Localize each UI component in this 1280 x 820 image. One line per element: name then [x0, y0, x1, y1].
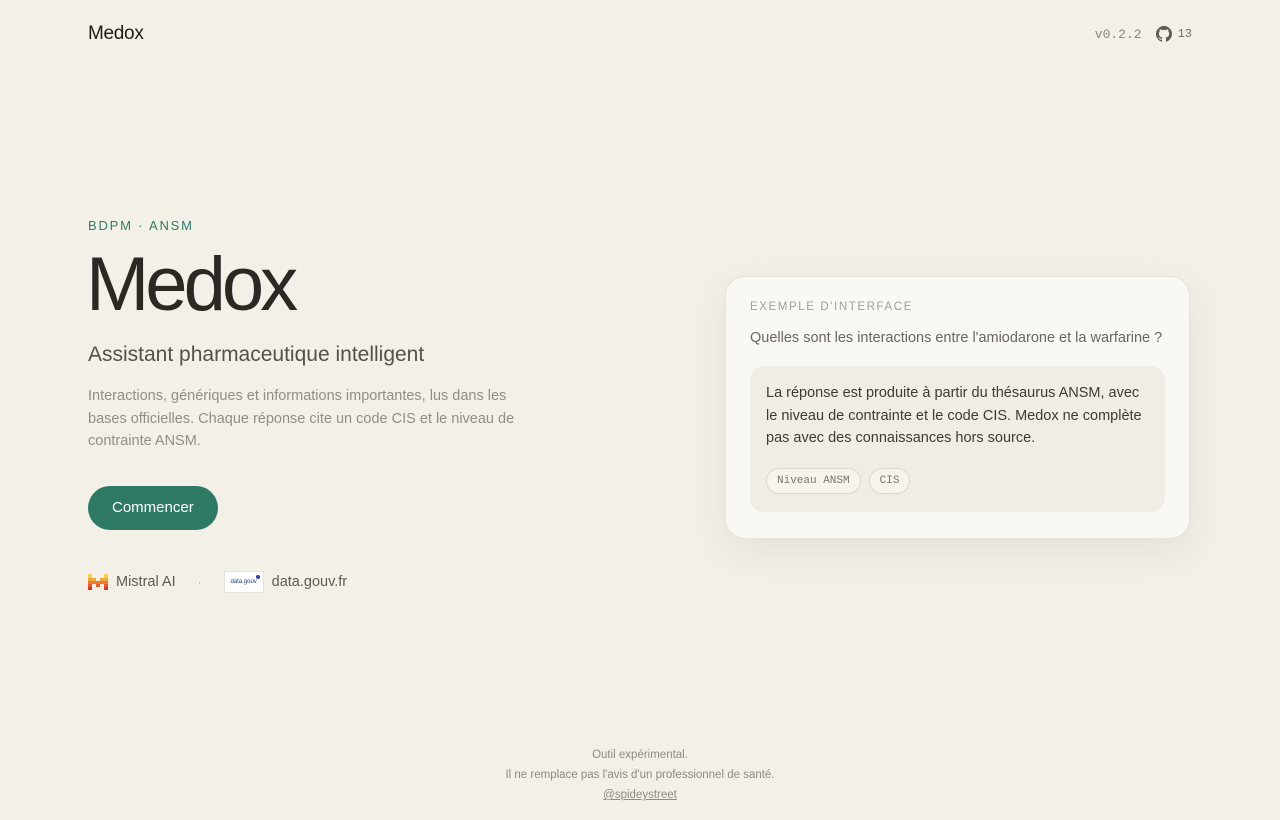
brand-logo[interactable]: Medox: [88, 23, 144, 45]
mistral-logo: [88, 573, 116, 590]
start-button[interactable]: Commencer: [88, 485, 218, 530]
example-question: Quelles sont les interactions entre l'am…: [750, 330, 1163, 346]
example-card: EXEMPLE D'INTERFACE Quelles sont les int…: [725, 276, 1190, 539]
tag-niveau-ansm: Niveau ANSM: [766, 467, 861, 494]
footer-line-2: Il ne remplace pas l'avis d'un professio…: [505, 769, 775, 781]
top-right-group: v0.2.2 13: [1095, 26, 1192, 42]
mistral-label[interactable]: Mistral AI: [116, 574, 176, 590]
partner-separator: ·: [197, 574, 202, 589]
hero-eyebrow: BDPM · ANSM: [88, 218, 194, 233]
datagouv-logo: data.gouv: [223, 570, 264, 593]
example-answer-text: La réponse est produite à partir du thés…: [766, 385, 1142, 446]
footer: Outil expérimental. Il ne remplace pas l…: [0, 745, 1280, 803]
tag-cis: CIS: [868, 467, 911, 494]
version-label: v0.2.2: [1094, 26, 1142, 42]
author-link[interactable]: @spideystreet: [603, 789, 677, 801]
hero-subtitle: Assistant pharmaceutique intelligent: [88, 343, 425, 366]
example-eyebrow: EXEMPLE D'INTERFACE: [750, 301, 913, 313]
github-icon: [1155, 26, 1172, 42]
datagouv-label[interactable]: data.gouv.fr: [272, 574, 348, 590]
top-bar: Medox v0.2.2 13: [88, 20, 1192, 48]
hero-description: Interactions, génériques et informations…: [88, 388, 515, 449]
answer-tags: Niveau ANSM CIS: [766, 467, 1149, 494]
footer-line-1: Outil expérimental.: [592, 749, 688, 761]
example-answer-box: La réponse est produite à partir du thés…: [750, 366, 1165, 512]
partners-row: Mistral AI · data.gouv data.gouv.fr: [88, 570, 548, 593]
github-stars: 13: [1177, 27, 1192, 41]
github-link[interactable]: 13: [1155, 26, 1192, 42]
hero-title: Medox: [86, 242, 298, 327]
hero-section: BDPM · ANSM Medox Assistant pharmaceutiq…: [86, 218, 548, 593]
